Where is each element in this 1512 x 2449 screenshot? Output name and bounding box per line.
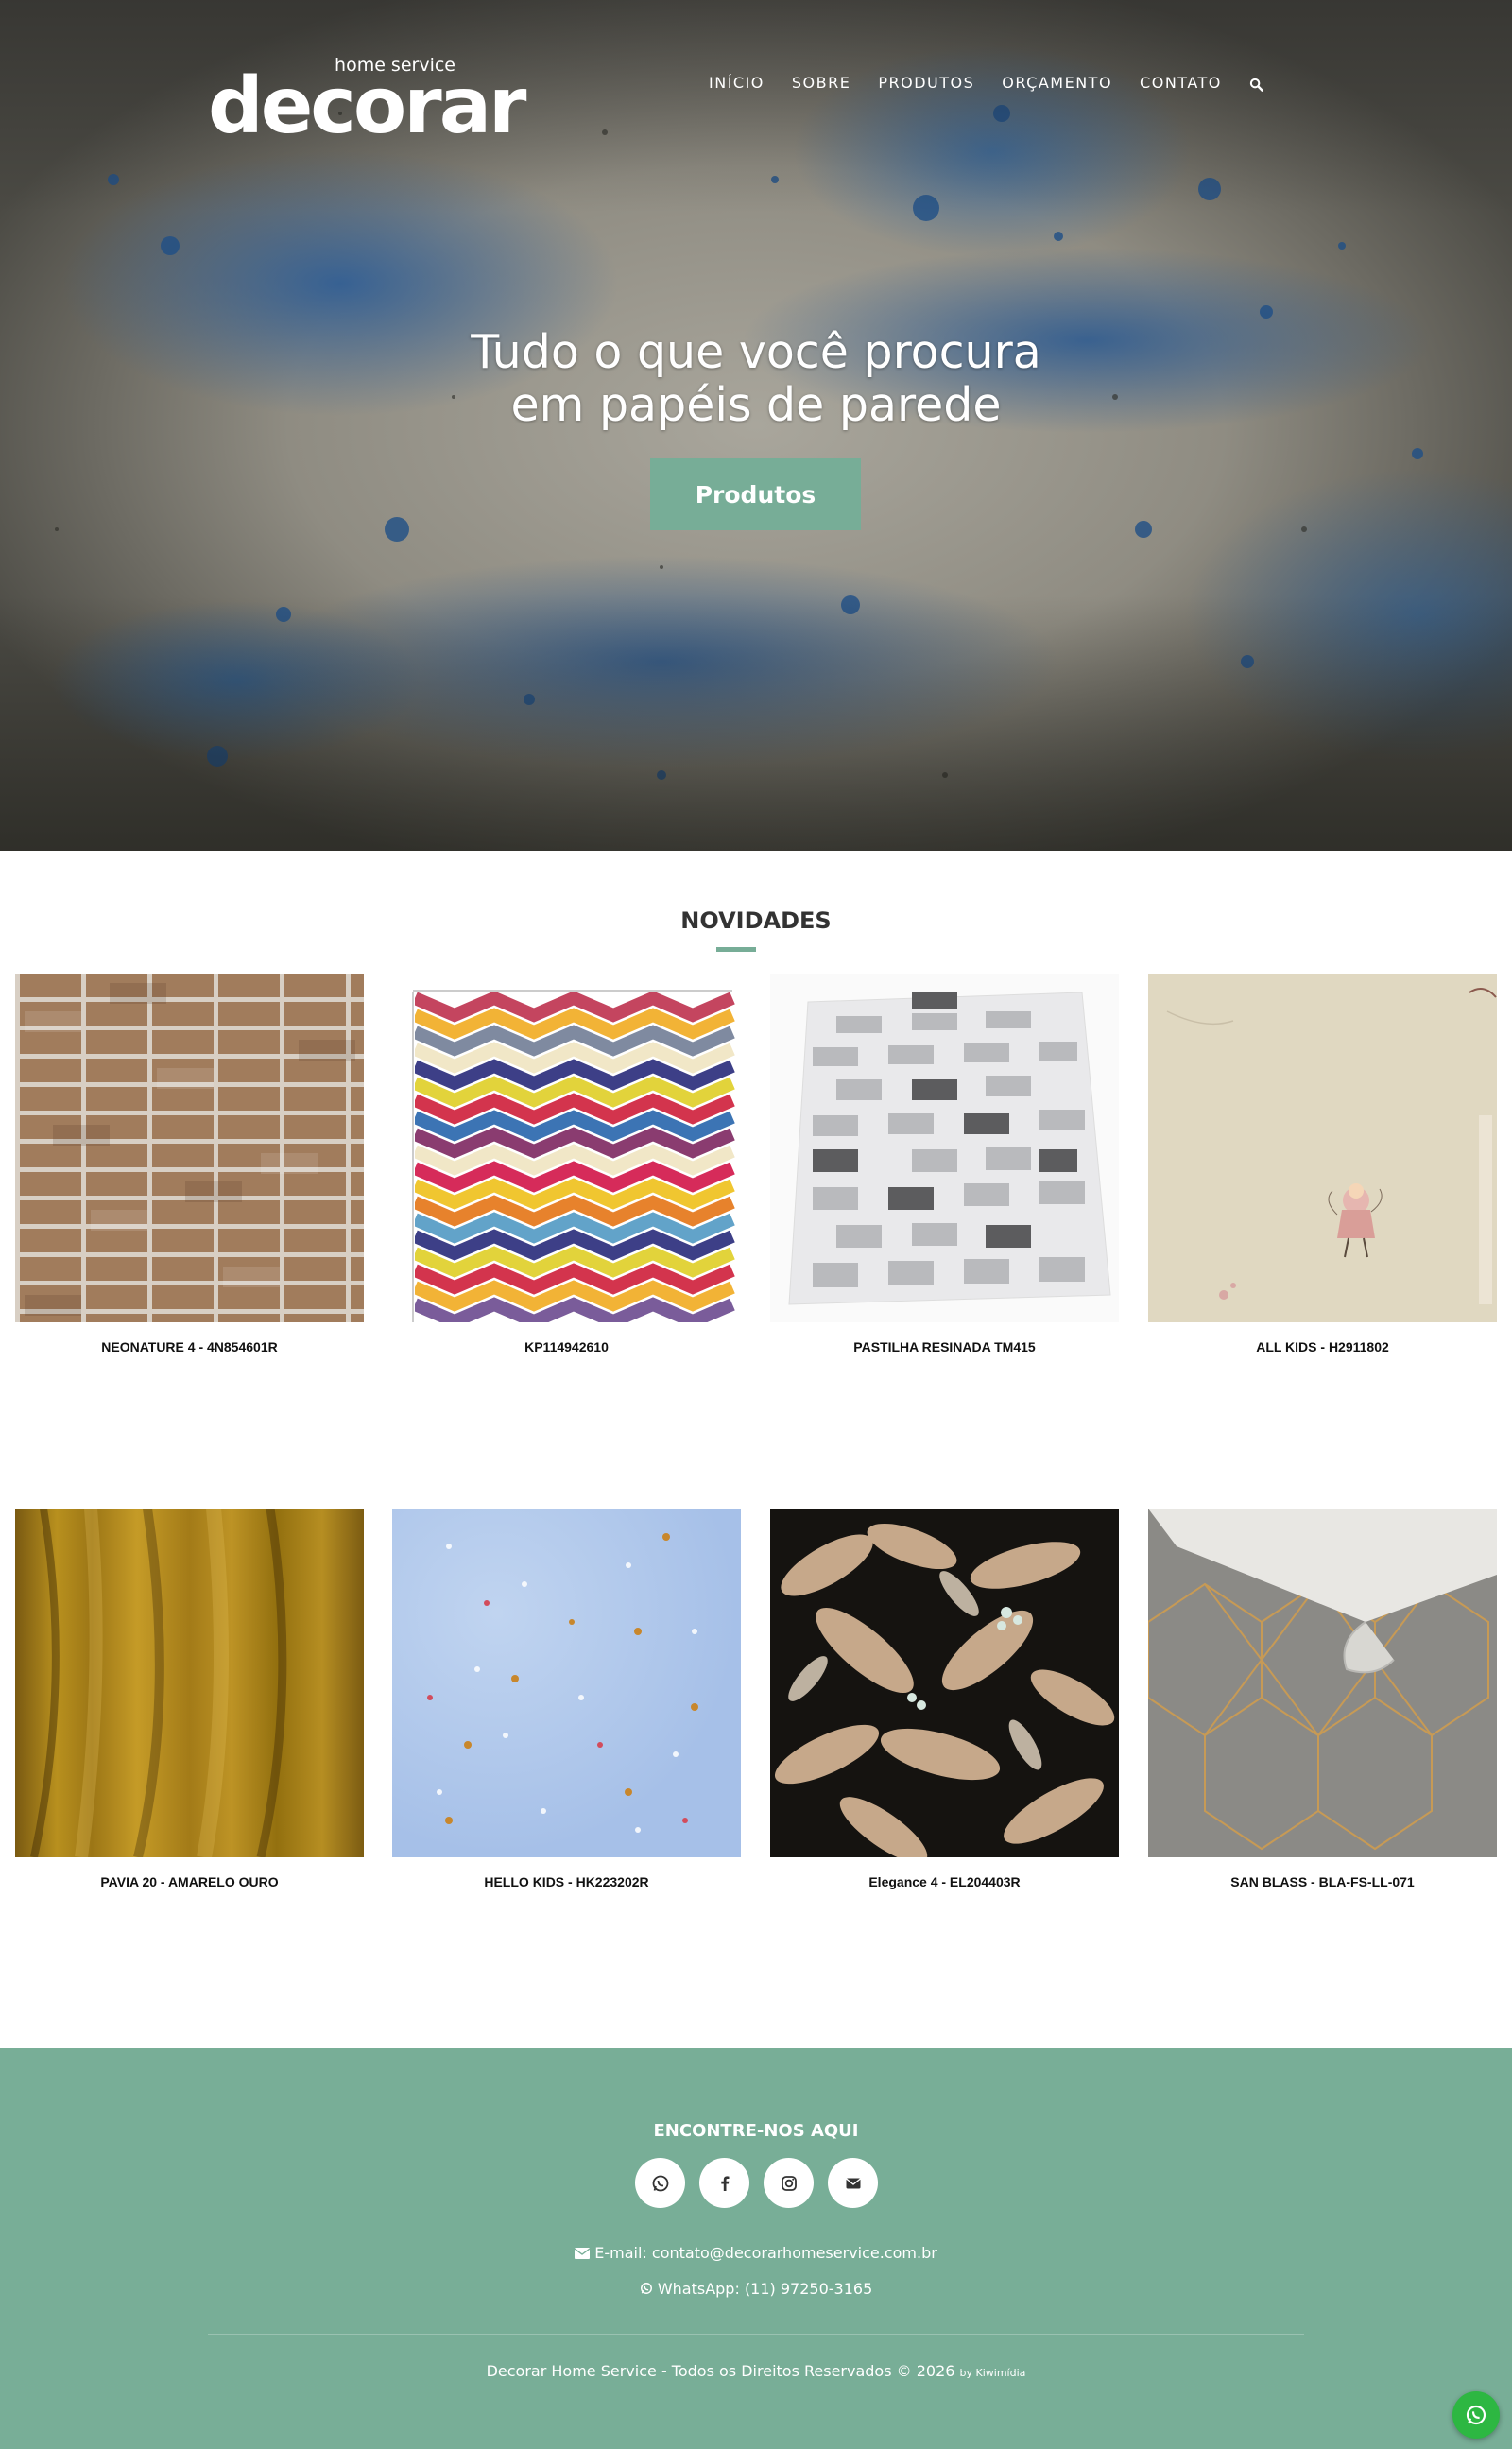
envelope-icon[interactable] [828, 2158, 878, 2208]
product-name[interactable]: NEONATURE 4 - 4N854601R [15, 1339, 364, 1354]
copyright-text: Decorar Home Service - Todos os Direitos… [486, 2362, 955, 2380]
nav-item-contato[interactable]: CONTATO [1140, 74, 1222, 92]
footer: ENCONTRE-NOS AQUI E-mail: contato@decora… [0, 2048, 1512, 2449]
product-card[interactable]: KP114942610 [392, 974, 741, 1354]
product-image[interactable] [770, 1509, 1119, 1857]
product-image[interactable] [15, 974, 364, 1322]
product-image[interactable] [1148, 1509, 1497, 1857]
product-image[interactable] [1148, 974, 1497, 1322]
facebook-icon[interactable] [699, 2158, 749, 2208]
produtos-button[interactable]: Produtos [650, 458, 861, 530]
envelope-icon [574, 2248, 591, 2259]
footer-email-text[interactable]: E-mail: contato@decorarhomeservice.com.b… [594, 2244, 937, 2262]
product-card[interactable]: SAN BLASS - BLA-FS-LL-071 [1148, 1509, 1497, 1889]
product-card[interactable]: NEONATURE 4 - 4N854601R [15, 974, 364, 1354]
main-nav: INÍCIO SOBRE PRODUTOS ORÇAMENTO CONTATO [709, 74, 1264, 92]
product-name[interactable]: PASTILHA RESINADA TM415 [770, 1339, 1119, 1354]
logo-wordmark: decorar [208, 61, 526, 151]
logo[interactable]: home service decorar [208, 55, 526, 146]
product-card[interactable]: PASTILHA RESINADA TM415 [770, 974, 1119, 1354]
product-card[interactable]: PAVIA 20 - AMARELO OURO [15, 1509, 364, 1889]
product-name[interactable]: HELLO KIDS - HK223202R [392, 1874, 741, 1889]
product-card[interactable]: Elegance 4 - EL204403R [770, 1509, 1119, 1889]
footer-email[interactable]: E-mail: contato@decorarhomeservice.com.b… [0, 2244, 1512, 2262]
section-title-novidades: NOVIDADES [680, 907, 832, 934]
floating-whatsapp-button[interactable] [1452, 2391, 1500, 2439]
footer-title: ENCONTRE-NOS AQUI [653, 2121, 859, 2141]
nav-item-produtos[interactable]: PRODUTOS [878, 74, 974, 92]
product-card[interactable]: ALL KIDS - H2911802 [1148, 974, 1497, 1354]
footer-whatsapp[interactable]: WhatsApp: (11) 97250-3165 [0, 2280, 1512, 2298]
copyright: Decorar Home Service - Todos os Direitos… [0, 2362, 1512, 2380]
product-image[interactable] [392, 1509, 741, 1857]
product-card[interactable]: HELLO KIDS - HK223202R [392, 1509, 741, 1889]
hero-title-line-2: em papéis de parede [510, 378, 1002, 432]
hero-title: Tudo o que você procura em papéis de par… [378, 326, 1134, 432]
product-name[interactable]: SAN BLASS - BLA-FS-LL-071 [1148, 1874, 1497, 1889]
instagram-icon[interactable] [764, 2158, 814, 2208]
product-name[interactable]: Elegance 4 - EL204403R [770, 1874, 1119, 1889]
product-name[interactable]: PAVIA 20 - AMARELO OURO [15, 1874, 364, 1889]
nav-item-sobre[interactable]: SOBRE [792, 74, 850, 92]
hero-title-line-1: Tudo o que você procura [471, 325, 1041, 379]
hero-banner: home service decorar INÍCIO SOBRE PRODUT… [0, 0, 1512, 851]
whatsapp-icon[interactable] [635, 2158, 685, 2208]
product-image[interactable] [392, 974, 741, 1322]
credit-link[interactable]: by Kiwimídia [960, 2367, 1026, 2379]
search-icon[interactable] [1249, 78, 1264, 93]
product-name[interactable]: ALL KIDS - H2911802 [1148, 1339, 1497, 1354]
product-name[interactable]: KP114942610 [392, 1339, 741, 1354]
footer-divider [208, 2334, 1304, 2335]
whatsapp-icon [1466, 2405, 1486, 2425]
social-links [635, 2158, 878, 2208]
nav-item-inicio[interactable]: INÍCIO [709, 74, 765, 92]
section-title-underline [716, 947, 756, 952]
product-image[interactable] [770, 974, 1119, 1322]
footer-whatsapp-text[interactable]: WhatsApp: (11) 97250-3165 [658, 2280, 872, 2298]
product-image[interactable] [15, 1509, 364, 1857]
whatsapp-icon [640, 2283, 652, 2294]
nav-item-orcamento[interactable]: ORÇAMENTO [1002, 74, 1112, 92]
